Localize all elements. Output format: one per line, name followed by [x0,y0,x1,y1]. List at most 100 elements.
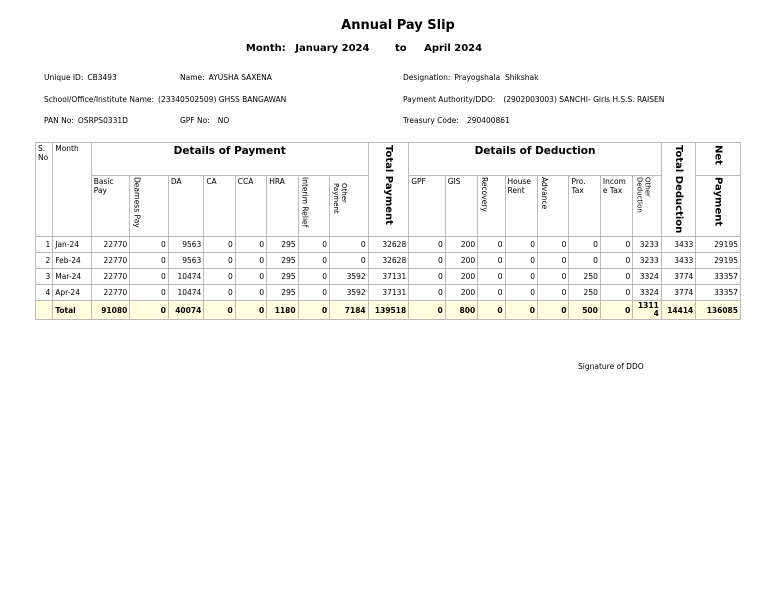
payment-cell: 295 [266,268,299,286]
total-blank [34,300,54,321]
col-interim-relief: Interim Relief [297,174,331,238]
deduction-cell: 3233 [632,236,662,254]
deduction-cell: 0 [536,284,570,302]
payment-cell: 0 [203,236,236,254]
pay-slip-body: 1 Jan-24 22770 0 9563 0 0 295 0 0 32628 0 200 0 0 0 0 0 32… [34,236,741,321]
total-payment-cell: 40074 [167,300,205,321]
net-payment-cell: 29195 [695,236,741,254]
col-dearness-pay: Dearness Pay [129,174,169,238]
net-header-top: Net [695,142,741,176]
deduction-cell: 250 [568,268,601,286]
unique-id-label: Unique ID: [44,73,84,82]
payment-cell: 0 [203,284,236,302]
payment-cell: 3592 [329,268,369,286]
table-row: 2 Feb-24 22770 0 9563 0 0 295 0 0 32628 0 200 0 0 0 0 0 32… [34,252,741,270]
col-house-rent: House Rent [504,174,539,238]
total-payment-header: Total Payment [367,141,410,238]
payment-cell: 22770 [90,268,131,286]
row-month: Feb-24 [52,252,92,270]
treasury-value: 290400861 [466,116,510,125]
total-deduction-cell: 3774 [660,268,697,286]
col-advance: Advance [536,174,570,238]
deduction-cell: 0 [408,252,446,270]
payment-cell: 295 [266,236,299,254]
total-deduction-item: 0 [504,300,539,321]
col-income-tax: Income Tax [599,174,634,238]
col-other-payment: Other Payment [329,174,369,238]
total-deduction-header: Total Deduction [660,141,697,238]
deduction-cell: 0 [536,252,570,270]
table-row: 3 Mar-24 22770 0 10474 0 0 295 0 3592 37131 0 200 0 0 0… [34,268,741,286]
payment-cell: 0 [129,236,169,254]
col-gpf: GPF [408,174,446,238]
grand-net-payment: 136085 [695,300,741,321]
deduction-cell: 3324 [632,284,662,302]
deduction-cell: 0 [568,236,601,254]
total-deduction-item: 0 [599,300,634,321]
deduction-cell: 0 [504,284,539,302]
total-deduction-item: 800 [444,300,479,321]
payment-cell: 295 [266,252,299,270]
payment-cell: 0 [329,252,369,270]
name-value: AYUSHA SAXENA [208,73,272,82]
table-row: 1 Jan-24 22770 0 9563 0 0 295 0 0 32628 0 200 0 0 0 0 0 32… [34,236,741,254]
total-deduction-cell: 3433 [660,252,697,270]
authority-field: Payment Authority/DDO: (2902003003) SANCH… [403,95,664,104]
payment-cell: 0 [297,268,331,286]
payment-cell: 0 [297,252,331,270]
col-recovery: Recovery [477,174,506,238]
table-row: 4 Apr-24 22770 0 10474 0 0 295 0 3592 37131 0 200 0 0 0… [34,284,741,302]
row-month: Jan-24 [52,236,92,254]
col-basic-pay: Basic Pay [90,174,131,238]
payment-cell: 0 [297,236,331,254]
deduction-cell: 0 [504,252,539,270]
total-row: Total 91080 0 40074 0 0 1180 0 7184 139518 0 800 0 0 0… [34,300,741,321]
deduction-cell: 0 [536,236,570,254]
payment-cell: 0 [234,284,268,302]
period-to-label: to [394,43,407,54]
deduction-cell: 0 [477,252,506,270]
deduction-cell: 250 [568,284,601,302]
payment-group-header: Details of Payment [90,142,369,176]
col-hra: HRA [266,174,299,238]
payment-cell: 0 [129,284,169,302]
deduction-group-header: Details of Deduction [408,142,662,176]
total-deduction-cell: 3433 [660,236,697,254]
month-header: Month [52,141,92,238]
row-month: Apr-24 [52,284,92,302]
row-sno: 1 [34,236,54,254]
payment-cell: 9563 [167,236,205,254]
payment-cell: 0 [297,284,331,302]
school-value: (23340502509) GHSS BANGAWAN [158,95,287,104]
deduction-cell: 0 [599,252,634,270]
total-payment-cell: 0 [297,300,331,321]
payment-cell: 0 [129,268,169,286]
total-deduction-item: 13114 [632,300,662,321]
col-da: DA [167,174,205,238]
net-payment-cell: 29195 [695,252,741,270]
deduction-cell: 3233 [632,252,662,270]
total-deduction-item: 0 [536,300,570,321]
payment-cell: 10474 [167,284,205,302]
authority-value: (2902003003) SANCHI- Girls H.S.S. RAISEN [503,95,665,104]
total-label: Total [52,300,92,321]
row-month: Mar-24 [52,268,92,286]
payment-cell: 0 [203,252,236,270]
net-payment-cell: 33357 [695,268,741,286]
total-payment-cell: 1180 [266,300,299,321]
total-deduction-cell: 3774 [660,284,697,302]
treasury-field: Treasury Code: 290400861 [403,116,510,125]
deduction-cell: 0 [599,268,634,286]
designation-field: Designation: Prayogshala Shikshak [403,73,539,82]
deduction-cell: 0 [504,236,539,254]
grand-total-deduction: 14414 [660,300,697,321]
total-payment-cell: 32628 [367,252,410,270]
signature-label: Signature of DDO [578,362,644,371]
school-field: School/Office/Institute Name: (2334050250… [44,95,286,104]
total-payment-cell: 37131 [367,284,410,302]
deduction-cell: 200 [444,252,479,270]
gpf-value: NO [217,116,230,125]
sno-header: S. No [34,141,54,238]
total-payment-cell: 32628 [367,236,410,254]
payment-cell: 0 [234,236,268,254]
